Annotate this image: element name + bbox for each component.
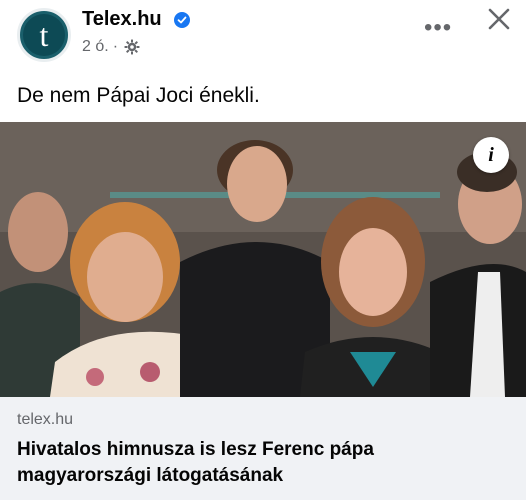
singers-photo <box>0 122 526 397</box>
info-icon[interactable]: i <box>473 137 509 173</box>
link-headline[interactable]: Hivatalos himnusza is lesz Ferenc pápa m… <box>17 437 497 489</box>
more-options-button[interactable]: ••• <box>424 14 452 42</box>
post-caption: De nem Pápai Joci énekli. <box>17 84 260 107</box>
gear-icon[interactable] <box>124 39 140 55</box>
link-domain: telex.hu <box>17 411 74 428</box>
post-header: t Telex.hu 2 ó. · ••• <box>0 0 526 80</box>
close-icon[interactable] <box>486 6 512 32</box>
post-time[interactable]: 2 ó. <box>82 38 109 56</box>
link-card[interactable]: telex.hu Hivatalos himnusza is lesz Fere… <box>0 397 526 500</box>
verified-badge-icon <box>174 12 190 28</box>
page-name[interactable]: Telex.hu <box>82 8 162 31</box>
link-preview-image[interactable] <box>0 122 526 397</box>
post-meta: 2 ó. · <box>82 38 140 56</box>
page-avatar[interactable]: t <box>17 8 71 62</box>
avatar-letter: t <box>23 14 65 56</box>
meta-separator: · <box>112 38 119 55</box>
